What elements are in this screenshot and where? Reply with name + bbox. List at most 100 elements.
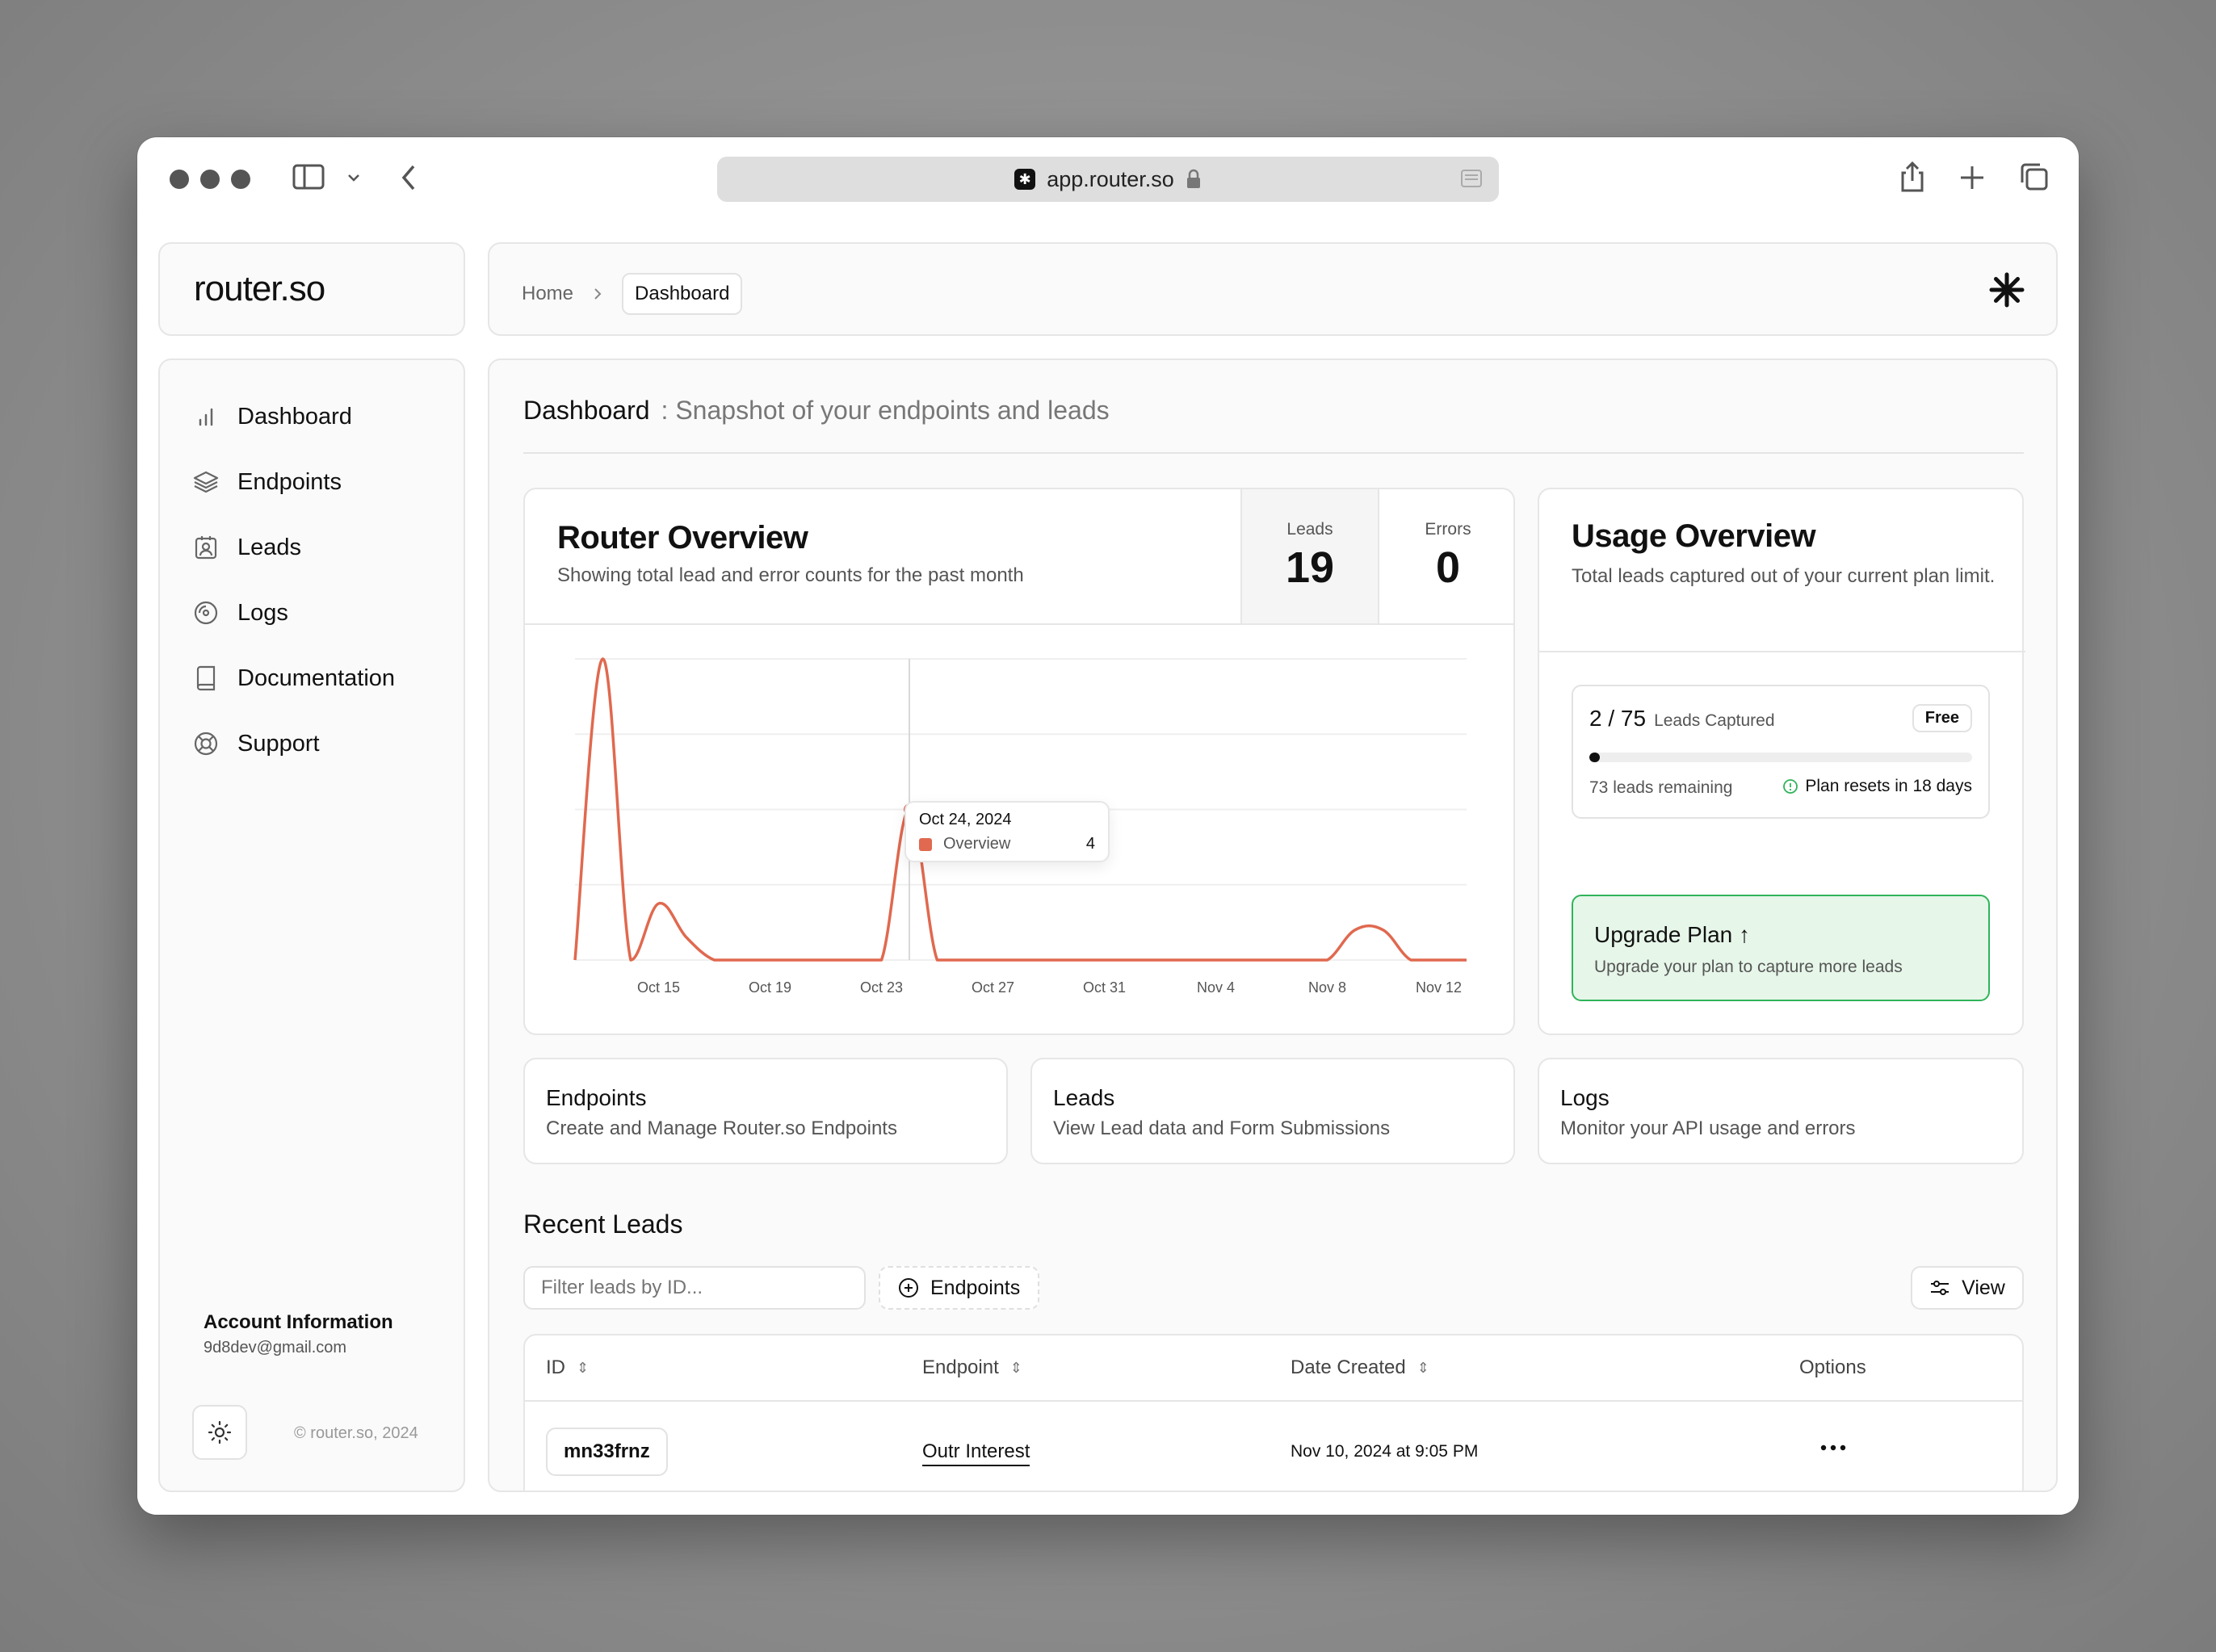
card-title: Usage Overview [1572, 518, 1816, 554]
minimize-window-button[interactable] [200, 170, 220, 189]
divider [523, 452, 2024, 454]
card-subtitle: Total leads captured out of your current… [1572, 565, 1996, 587]
chart-x-tick-label: Nov 4 [1197, 979, 1235, 996]
column-header-date[interactable]: Date Created ⇕ [1291, 1356, 1429, 1379]
endpoints-filter-button[interactable]: Endpoints [879, 1266, 1040, 1310]
sort-icon: ⇕ [1416, 1359, 1429, 1376]
captured-line: 2 / 75 Leads Captured [1589, 706, 1775, 732]
usage-progress-bar [1589, 753, 1972, 762]
bar-chart-icon [192, 403, 220, 430]
app-logo[interactable]: router.so [194, 269, 325, 309]
router-overview-card: Router Overview Showing total lead and e… [523, 488, 1515, 1035]
quick-link-subtitle: Create and Manage Router.so Endpoints [546, 1117, 897, 1139]
column-header-label: ID [546, 1356, 565, 1378]
site-favicon-icon: ✱ [1014, 169, 1036, 190]
sidebar-item-dashboard[interactable]: Dashboard [192, 392, 451, 441]
router-overview-header: Router Overview Showing total lead and e… [557, 520, 1024, 587]
recent-leads-title: Recent Leads [523, 1210, 683, 1239]
lead-id-badge[interactable]: mn33frnz [546, 1428, 668, 1476]
share-icon[interactable] [1898, 160, 1927, 198]
disc-icon [192, 599, 220, 627]
column-header-id[interactable]: ID ⇕ [546, 1356, 589, 1379]
sidebar-item-label: Support [237, 730, 320, 757]
upgrade-title: Upgrade Plan ↑ [1594, 922, 1751, 947]
sliders-icon [1931, 1281, 1949, 1295]
quick-link-endpoints[interactable]: Endpoints Create and Manage Router.so En… [523, 1058, 1008, 1164]
breadcrumb-current[interactable]: Dashboard [622, 273, 743, 315]
info-icon [1783, 779, 1798, 794]
breadcrumb-home[interactable]: Home [522, 283, 573, 305]
sidebar-item-label: Logs [237, 599, 288, 626]
errors-stat-value: 0 [1435, 543, 1461, 592]
chart-x-tick-label: Nov 12 [1416, 979, 1462, 996]
leads-captured-box: 2 / 75 Leads Captured Free 73 leads rema… [1572, 685, 1990, 819]
usage-overview-card: Usage Overview Total leads captured out … [1538, 488, 2025, 1035]
page-subtitle: : Snapshot of your endpoints and leads [661, 396, 1110, 425]
plan-reset: Plan resets in 18 days [1782, 777, 1972, 796]
chart-x-tick-label: Oct 15 [637, 979, 680, 996]
captured-label: Leads Captured [1654, 711, 1775, 730]
tab-overview-icon[interactable] [2019, 161, 2050, 196]
sidebar-item-support[interactable]: Support [192, 719, 451, 768]
quick-link-subtitle: View Lead data and Form Submissions [1053, 1117, 1391, 1139]
sidebar-item-leads[interactable]: Leads [192, 523, 451, 572]
upgrade-plan-button[interactable]: Upgrade Plan ↑ Upgrade your plan to capt… [1572, 895, 1990, 1001]
table-header: ID ⇕ Endpoint ⇕ Date Created ⇕ Options [525, 1335, 2022, 1402]
quick-link-logs[interactable]: Logs Monitor your API usage and errors [1538, 1058, 2024, 1164]
usage-header: Usage Overview Total leads captured out … [1572, 518, 2000, 590]
leads-stat[interactable]: Leads 19 [1240, 489, 1378, 623]
app-content: router.so Home Dashboard Dashboard Endpo… [137, 242, 2079, 1515]
new-tab-icon[interactable] [1959, 165, 1985, 195]
quick-link-leads[interactable]: Leads View Lead data and Form Submission… [1030, 1058, 1515, 1164]
address-bar[interactable]: ✱ app.router.so [717, 157, 1499, 202]
back-icon[interactable] [399, 163, 418, 196]
reader-icon[interactable] [1460, 169, 1483, 190]
leads-stat-label: Leads [1286, 520, 1333, 539]
life-buoy-icon [192, 730, 220, 757]
sidebar-item-label: Endpoints [237, 468, 342, 495]
sort-icon: ⇕ [1009, 1359, 1022, 1376]
usage-progress-fill [1589, 753, 1600, 762]
chart-tooltip: Oct 24, 2024 Overview 4 [904, 801, 1110, 862]
sort-icon: ⇕ [577, 1359, 590, 1376]
sidebar-item-endpoints[interactable]: Endpoints [192, 458, 451, 506]
breadcrumb: Home Dashboard [522, 273, 743, 315]
chart-x-tick-label: Oct 27 [972, 979, 1014, 996]
maximize-window-button[interactable] [231, 170, 250, 189]
main-panel: Dashboard : Snapshot of your endpoints a… [488, 358, 2058, 1492]
filter-leads-input[interactable] [523, 1266, 866, 1310]
column-header-label: Options [1799, 1356, 1866, 1378]
view-options-button[interactable]: View [1911, 1266, 2024, 1310]
card-divider [1539, 651, 2025, 652]
plan-reset-text: Plan resets in 18 days [1805, 777, 1972, 795]
leads-stat-value: 19 [1285, 543, 1335, 592]
sidebar-toggle-icon[interactable] [292, 163, 325, 195]
card-title: Router Overview [557, 520, 808, 556]
lock-icon [1186, 169, 1200, 188]
copyright: © router.so, 2024 [294, 1424, 418, 1442]
column-header-endpoint[interactable]: Endpoint ⇕ [922, 1356, 1022, 1379]
more-horizontal-icon [1820, 1444, 1846, 1451]
endpoints-filter-label: Endpoints [930, 1276, 1021, 1299]
chevron-down-icon[interactable] [346, 170, 362, 190]
sidebar-item-logs[interactable]: Logs [192, 589, 451, 637]
asterisk-logo-icon[interactable] [1988, 271, 2025, 312]
sidebar-item-label: Leads [237, 534, 302, 560]
leads-table: ID ⇕ Endpoint ⇕ Date Created ⇕ Options m… [523, 1334, 2024, 1491]
row-options-button[interactable] [1817, 1436, 1849, 1464]
table-row[interactable]: mn33frnz Outr Interest Nov 10, 2024 at 9… [525, 1402, 2022, 1491]
sidebar: Dashboard Endpoints Leads Logs Documenta… [158, 358, 465, 1492]
tooltip-swatch [919, 838, 932, 851]
errors-stat[interactable]: Errors 0 [1378, 489, 1513, 623]
chart-x-tick-label: Nov 8 [1308, 979, 1346, 996]
browser-window: ✱ app.router.so router.so Home Dashboard [137, 137, 2079, 1515]
sidebar-item-documentation[interactable]: Documentation [192, 654, 451, 702]
theme-toggle-button[interactable] [192, 1405, 247, 1460]
errors-stat-label: Errors [1425, 520, 1471, 539]
tooltip-date: Oct 24, 2024 [919, 811, 1012, 828]
lead-endpoint-link[interactable]: Outr Interest [922, 1440, 1030, 1466]
url-text: app.router.so [1047, 166, 1174, 191]
quick-link-title: Logs [1560, 1085, 1610, 1110]
layers-icon [192, 468, 220, 496]
close-window-button[interactable] [170, 170, 189, 189]
